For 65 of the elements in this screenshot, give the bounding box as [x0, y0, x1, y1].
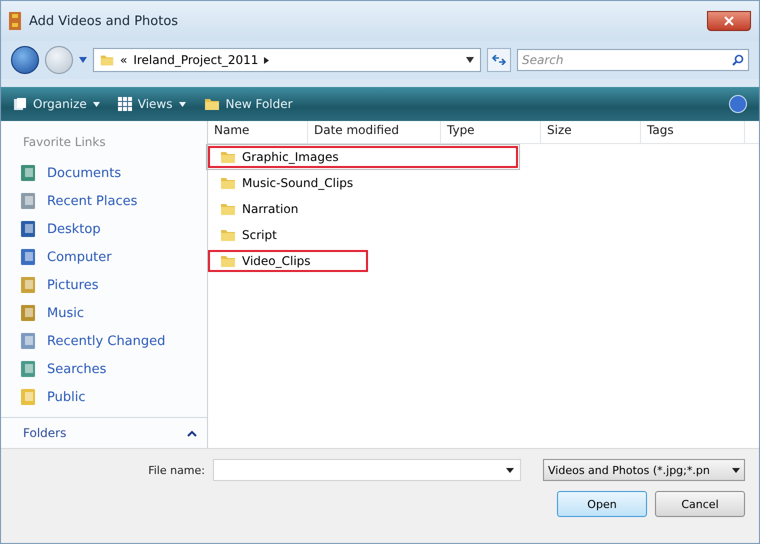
sidebar-heading: Favorite Links [22, 134, 107, 151]
folder-row[interactable]: Graphic_Images [208, 146, 518, 168]
folder-row[interactable]: Music-Sound_Clips [208, 172, 368, 194]
sidebar-item[interactable]: Pictures [1, 271, 207, 299]
refresh-button[interactable] [487, 48, 511, 72]
sidebar-item[interactable]: Music [1, 299, 207, 327]
folder-icon [220, 227, 236, 243]
file-type-dropdown[interactable]: Videos and Photos (*.jpg;*.pn [543, 459, 745, 481]
computer-icon [19, 248, 37, 266]
sidebar-item[interactable]: Documents [1, 159, 207, 187]
document-icon [19, 164, 37, 182]
folder-icon [220, 175, 236, 191]
column-header[interactable]: Type [441, 121, 541, 143]
folder-row[interactable]: Narration [208, 198, 368, 220]
folder-row[interactable]: Video_Clips [208, 250, 368, 272]
search-icon [732, 54, 744, 66]
dropdown-icon [732, 468, 740, 472]
file-name-label: File name: [148, 464, 205, 476]
sidebar-item[interactable]: Recent Places [1, 187, 207, 215]
dialog-button[interactable]: Open [557, 491, 647, 517]
caret-icon [178, 102, 186, 106]
folder-icon [220, 201, 236, 217]
path-segment[interactable]: Ireland_Project_2011 [133, 53, 258, 67]
caret-icon [92, 102, 100, 106]
app-icon [9, 12, 21, 30]
column-header[interactable]: Date modified [308, 121, 441, 143]
overflow-chevron[interactable]: « [120, 53, 128, 67]
organize-icon [13, 97, 27, 111]
folder-icon [220, 253, 236, 269]
arrow-icon[interactable] [264, 56, 270, 64]
close-icon [724, 16, 734, 26]
picture-icon [19, 276, 37, 294]
column-header[interactable]: Size [541, 121, 641, 143]
column-header[interactable]: Tags [641, 121, 745, 143]
sidebar-item[interactable]: Recently Changed [1, 327, 207, 355]
dropdown-icon [506, 468, 514, 472]
dialog-button[interactable]: Cancel [655, 491, 745, 517]
sidebar-item[interactable]: Searches [1, 355, 207, 383]
help-icon[interactable] [729, 95, 747, 113]
monitor-icon [19, 220, 37, 238]
toolbar-button[interactable]: Views [118, 97, 186, 111]
sidebar-item[interactable]: Desktop [1, 215, 207, 243]
grid-icon [118, 97, 132, 111]
folder-icon [220, 149, 236, 165]
address-bar[interactable]: « Ireland_Project_2011 [93, 48, 481, 72]
toolbar-button[interactable]: New Folder [204, 96, 293, 112]
document-icon [19, 332, 37, 350]
dropdown-icon[interactable] [466, 57, 474, 63]
document-icon [19, 360, 37, 378]
music-icon [19, 304, 37, 322]
refresh-icon [492, 55, 506, 65]
close-button[interactable] [707, 11, 751, 31]
folder-icon [19, 388, 37, 406]
file-name-field[interactable] [213, 459, 521, 481]
folder-icon [204, 96, 220, 112]
sidebar-item[interactable]: Computer [1, 243, 207, 271]
places-icon [19, 192, 37, 210]
back-button[interactable] [11, 46, 39, 74]
toolbar-button[interactable]: Organize [13, 97, 100, 111]
folder-icon [100, 53, 114, 67]
window-title: Add Videos and Photos [29, 14, 180, 28]
sidebar-item[interactable]: Public [1, 383, 207, 411]
column-header[interactable]: Name [208, 121, 308, 143]
search-field[interactable]: Search [517, 49, 749, 71]
folder-row[interactable]: Script [208, 224, 368, 246]
